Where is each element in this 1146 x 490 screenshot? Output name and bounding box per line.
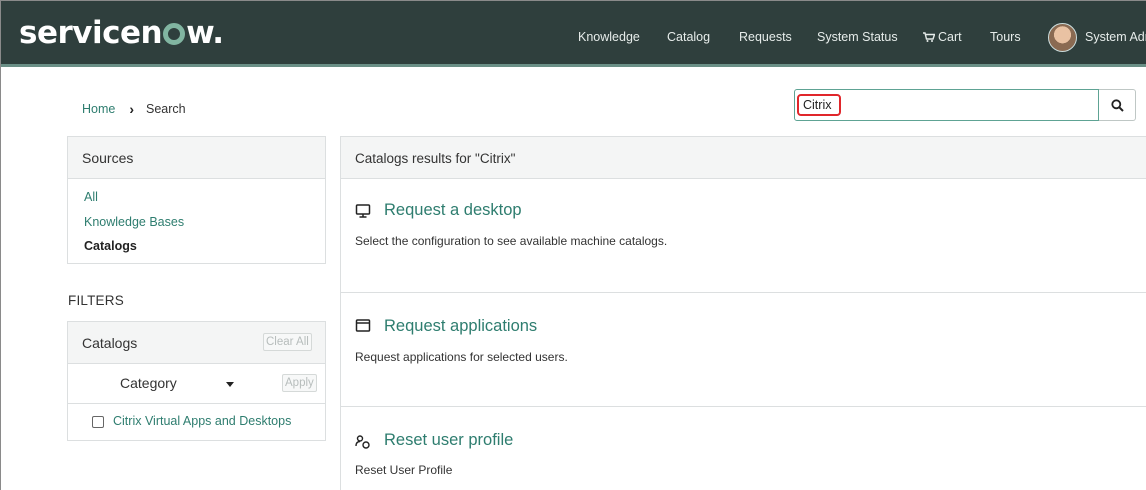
caret-down-icon[interactable] — [226, 382, 234, 387]
application-window-icon — [355, 319, 371, 332]
category-row: Category Apply — [68, 364, 325, 404]
result-description: Reset User Profile — [355, 463, 453, 477]
desktop-icon — [355, 204, 371, 218]
citrix-virtual-apps-checkbox[interactable] — [92, 416, 104, 428]
citrix-virtual-apps-label[interactable]: Citrix Virtual Apps and Desktops — [113, 414, 291, 428]
result-item: Request a desktop Select the configurati… — [341, 179, 1146, 293]
search-icon — [1110, 98, 1124, 112]
apply-button[interactable]: Apply — [282, 374, 317, 392]
source-catalogs[interactable]: Catalogs — [84, 239, 137, 253]
nav-catalog[interactable]: Catalog — [667, 30, 710, 44]
category-dropdown[interactable]: Category — [120, 375, 177, 391]
results-heading: Catalogs results for "Citrix" — [341, 137, 1146, 179]
result-description: Request applications for selected users. — [355, 350, 568, 364]
catalogs-filter-title: Catalogs — [82, 335, 138, 351]
results-panel: Catalogs results for "Citrix" Request a … — [340, 136, 1146, 490]
search-button[interactable] — [1099, 89, 1136, 121]
source-knowledge-bases[interactable]: Knowledge Bases — [84, 215, 184, 229]
sources-panel: Sources All Knowledge Bases Catalogs — [67, 136, 326, 264]
nav-cart[interactable]: Cart — [923, 30, 962, 44]
source-all[interactable]: All — [84, 190, 98, 204]
result-title-reset-user-profile[interactable]: Reset user profile — [384, 431, 513, 450]
catalogs-filter-header: Catalogs Clear All — [68, 322, 325, 364]
filters-title: FILTERS — [68, 293, 124, 308]
breadcrumb: Home › Search — [82, 101, 186, 117]
result-description: Select the configuration to see availabl… — [355, 234, 668, 248]
nav-requests[interactable]: Requests — [739, 30, 792, 44]
user-name[interactable]: System Adr — [1085, 30, 1146, 44]
result-title-request-applications[interactable]: Request applications — [384, 317, 537, 336]
servicenow-logo[interactable]: servicen w. — [19, 15, 224, 51]
nav-tours[interactable]: Tours — [990, 30, 1021, 44]
search-input[interactable] — [794, 89, 1099, 121]
nav-knowledge[interactable]: Knowledge — [578, 30, 640, 44]
chevron-right-icon: › — [129, 101, 135, 117]
breadcrumb-current: Search — [146, 102, 186, 116]
user-profile-icon — [355, 435, 370, 449]
search-bar: Citrix — [794, 89, 1136, 121]
page: servicen w. Knowledge Catalog Requests Sy… — [0, 0, 1146, 490]
result-item: Request applications Request application… — [341, 293, 1146, 407]
catalogs-filter-panel: Catalogs Clear All Category Apply Citrix… — [67, 321, 326, 441]
top-header: servicen w. Knowledge Catalog Requests Sy… — [1, 1, 1146, 67]
result-title-request-desktop[interactable]: Request a desktop — [384, 201, 522, 220]
result-item: Reset user profile Reset User Profile — [341, 407, 1146, 490]
breadcrumb-home[interactable]: Home — [82, 102, 115, 116]
user-avatar[interactable] — [1048, 23, 1077, 52]
sources-title: Sources — [68, 137, 325, 179]
clear-all-button[interactable]: Clear All — [263, 333, 312, 351]
nav-system-status[interactable]: System Status — [817, 30, 898, 44]
search-input-value[interactable]: Citrix — [803, 98, 831, 112]
logo-o-ring — [163, 23, 186, 45]
cart-icon — [923, 32, 935, 42]
